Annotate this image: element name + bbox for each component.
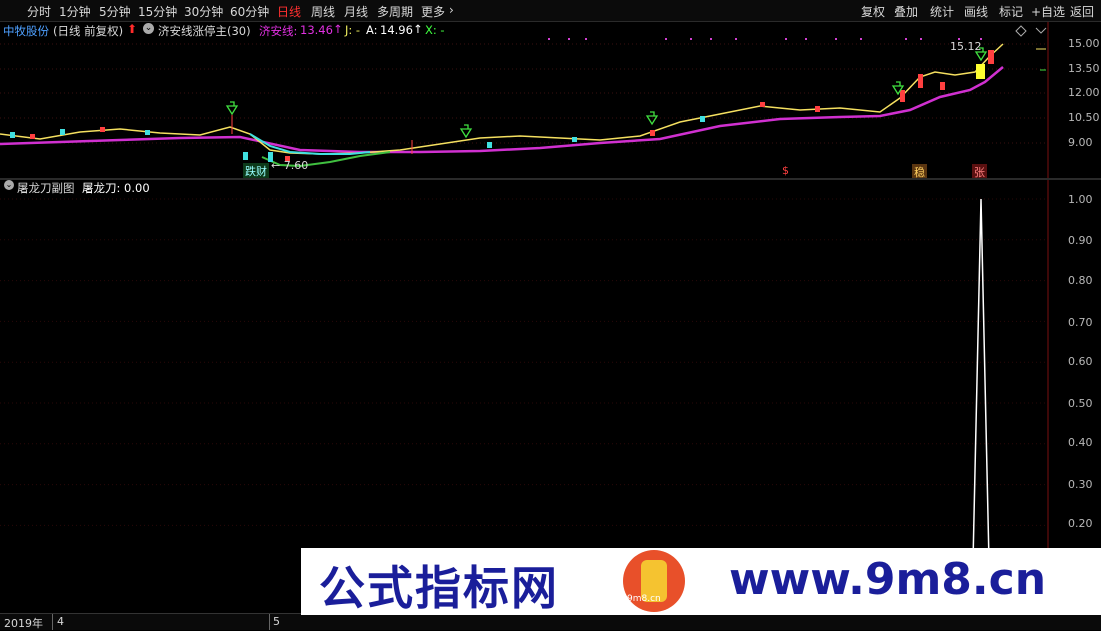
period-tab-60min[interactable]: 60分钟 (230, 3, 269, 20)
period-tab-5min[interactable]: 5分钟 (99, 3, 131, 20)
period-tab-fenshi[interactable]: 分时 (27, 3, 51, 20)
watermark-logo-text: 9m8.cn (627, 594, 661, 604)
main-axis-label: 9.00 (1068, 136, 1093, 149)
period-tab-multi[interactable]: 多周期 (377, 3, 413, 20)
sub-axis-label: 0.50 (1068, 397, 1093, 410)
axis-divider (52, 614, 53, 630)
sub-axis-label: 0.60 (1068, 355, 1093, 368)
period-tab-more[interactable]: 更多 (421, 3, 445, 20)
watermark-banner: 公式指标网 9m8.cn www.9m8.cn (301, 548, 1101, 615)
low-price-value: 7.60 (283, 159, 309, 172)
axis-divider (269, 614, 270, 630)
fuquan-button[interactable]: 复权 (861, 3, 885, 20)
month-label: 5 (273, 615, 280, 628)
main-axis-label: 13.50 (1068, 62, 1100, 75)
marker-diecai: 跌财 (243, 163, 269, 179)
back-button[interactable]: 返回 (1070, 3, 1094, 20)
watermark-cn: 公式指标网 (319, 561, 559, 615)
watermark-en: www.9m8.cn (729, 554, 1047, 605)
draw-line-button[interactable]: 画线 (964, 3, 988, 20)
period-tab-15min[interactable]: 15分钟 (138, 3, 177, 20)
main-axis-label: 10.50 (1068, 111, 1100, 124)
sub-axis-label: 0.70 (1068, 316, 1093, 329)
overlay-button[interactable]: 叠加 (894, 3, 918, 20)
watermark-logo: 9m8.cn (623, 550, 685, 612)
stats-button[interactable]: 统计 (930, 3, 954, 20)
add-watchlist-button[interactable]: +自选 (1031, 3, 1065, 20)
marker-dollar: $ (782, 164, 789, 177)
mark-button[interactable]: 标记 (999, 3, 1023, 20)
high-price-label: 15.12 (950, 40, 982, 53)
period-toolbar: 分时 1分钟 5分钟 15分钟 30分钟 60分钟 日线 周线 月线 多周期 更… (0, 0, 1101, 22)
sub-axis-label: 0.20 (1068, 517, 1093, 530)
price-chart[interactable] (0, 22, 1101, 178)
period-tab-1min[interactable]: 1分钟 (59, 3, 91, 20)
chevron-right-icon[interactable]: › (449, 3, 454, 17)
sub-axis-label: 0.90 (1068, 234, 1093, 247)
series-line-tulongdao (962, 198, 996, 608)
sub-axis-label: 1.00 (1068, 193, 1093, 206)
sub-axis-label: 0.80 (1068, 274, 1093, 287)
month-label: 4 (57, 615, 64, 628)
main-axis-label: 15.00 (1068, 37, 1100, 50)
period-tab-monthly[interactable]: 月线 (344, 3, 368, 20)
sub-axis-label: 0.30 (1068, 478, 1093, 491)
sub-axis-label: 0.40 (1068, 436, 1093, 449)
period-tab-daily[interactable]: 日线 (277, 3, 301, 20)
period-tab-30min[interactable]: 30分钟 (184, 3, 223, 20)
low-price-label: ← 7.60 (271, 159, 309, 172)
main-axis-label: 12.00 (1068, 86, 1100, 99)
period-tab-weekly[interactable]: 周线 (311, 3, 335, 20)
